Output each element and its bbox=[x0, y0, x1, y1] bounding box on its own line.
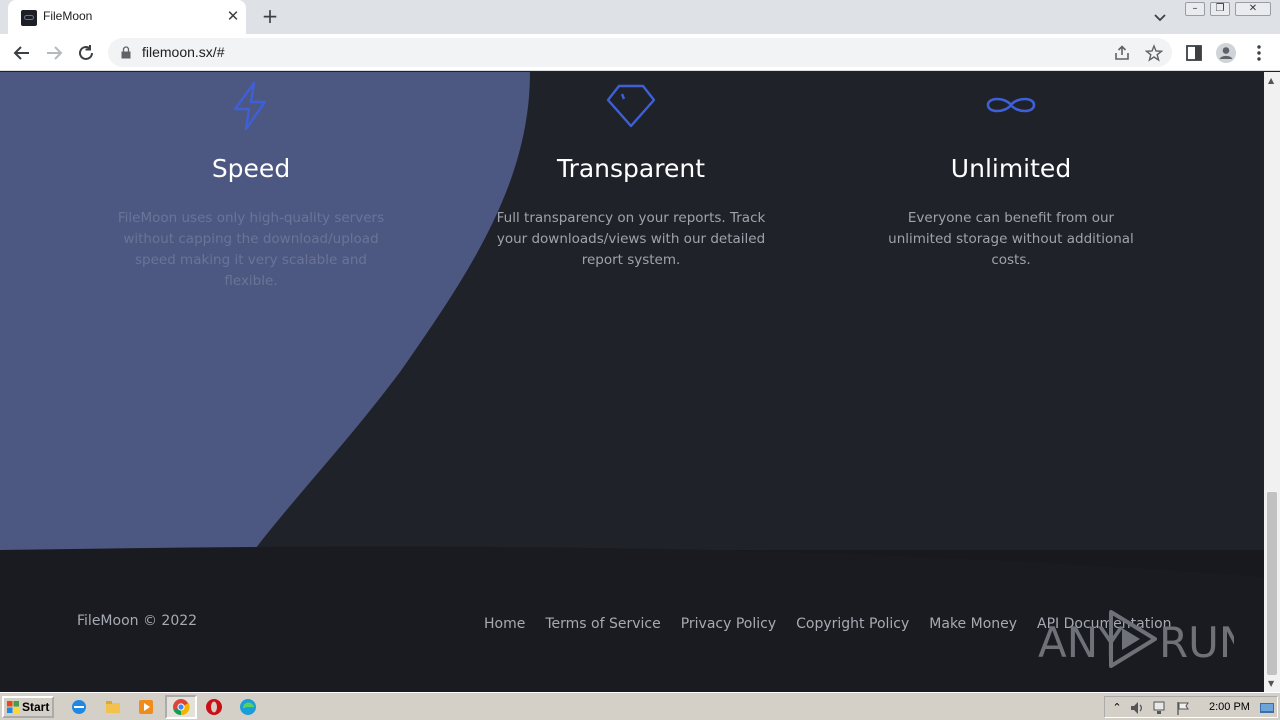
footer-copyright: FileMoon © 2022 bbox=[77, 613, 198, 629]
feature-title: Unlimited bbox=[950, 154, 1072, 183]
page-scrollbar[interactable]: ▲ ▼ bbox=[1264, 72, 1280, 692]
chrome-taskbar-button[interactable] bbox=[165, 695, 197, 719]
media-player-icon[interactable] bbox=[137, 698, 155, 716]
reload-icon[interactable] bbox=[75, 42, 97, 64]
tray-expand-arrow-icon[interactable]: ⌃ bbox=[1109, 700, 1125, 716]
footer-link-terms[interactable]: Terms of Service bbox=[545, 616, 660, 632]
kebab-menu-icon[interactable] bbox=[1248, 42, 1270, 64]
forward-arrow-icon[interactable] bbox=[43, 42, 65, 64]
volume-icon[interactable] bbox=[1129, 700, 1145, 716]
minimize-window-icon[interactable]: – bbox=[1185, 2, 1205, 16]
scroll-down-arrow-icon[interactable]: ▼ bbox=[1268, 679, 1274, 688]
scrollbar-thumb[interactable] bbox=[1267, 492, 1277, 675]
new-tab-icon[interactable]: + bbox=[259, 5, 281, 27]
filemoon-favicon-icon bbox=[21, 10, 37, 26]
feature-title: Transparent bbox=[556, 154, 705, 183]
windows-logo-icon bbox=[7, 701, 19, 713]
bookmark-star-icon[interactable] bbox=[1145, 44, 1163, 62]
opera-icon[interactable] bbox=[205, 698, 223, 716]
lightning-icon bbox=[233, 81, 267, 131]
browser-toolbar: filemoon.sx/# bbox=[0, 34, 1280, 71]
taskbar-clock[interactable]: 2:00 PM bbox=[1209, 701, 1250, 713]
browser-tab[interactable]: FileMoon ✕ bbox=[8, 0, 246, 34]
start-button[interactable]: Start bbox=[2, 696, 54, 718]
feature-description: FileMoon uses only high-quality servers … bbox=[117, 210, 385, 289]
feature-description: Everyone can benefit from our unlimited … bbox=[888, 210, 1134, 268]
infinity-icon bbox=[986, 97, 1036, 113]
footer-link-privacy[interactable]: Privacy Policy bbox=[681, 616, 776, 632]
url-text: filemoon.sx/# bbox=[142, 44, 225, 60]
tab-title: FileMoon bbox=[43, 9, 93, 23]
system-tray: ⌃ 2:00 PM bbox=[1104, 696, 1278, 718]
action-center-flag-icon[interactable] bbox=[1175, 700, 1191, 716]
lock-icon[interactable] bbox=[121, 46, 131, 59]
footer-link-make-money[interactable]: Make Money bbox=[929, 616, 1017, 632]
footer-link-home[interactable]: Home bbox=[484, 616, 525, 632]
side-panel-icon[interactable] bbox=[1183, 42, 1205, 64]
start-label: Start bbox=[22, 700, 50, 714]
tab-close-icon[interactable]: ✕ bbox=[224, 7, 242, 25]
chrome-icon bbox=[173, 699, 190, 716]
footer-link-copyright[interactable]: Copyright Policy bbox=[796, 616, 909, 632]
anyrun-watermark-logo: ANY RUN bbox=[1038, 610, 1234, 668]
diamond-icon bbox=[606, 84, 656, 128]
network-icon[interactable] bbox=[1151, 700, 1167, 716]
edge-icon[interactable] bbox=[239, 698, 257, 716]
tab-search-chevron-icon[interactable] bbox=[1150, 7, 1170, 27]
address-bar[interactable]: filemoon.sx/# bbox=[108, 38, 1172, 67]
feature-description: Full transparency on your reports. Track… bbox=[496, 210, 766, 268]
profile-avatar-icon[interactable] bbox=[1215, 42, 1237, 64]
file-explorer-icon[interactable] bbox=[104, 698, 122, 716]
feature-title: Speed bbox=[211, 154, 291, 183]
restore-window-icon[interactable]: ❐ bbox=[1210, 2, 1230, 16]
internet-explorer-icon[interactable] bbox=[70, 698, 88, 716]
close-window-icon[interactable]: ✕ bbox=[1235, 2, 1271, 16]
page-viewport: Speed FileMoon uses only high-quality se… bbox=[0, 72, 1264, 692]
back-arrow-icon[interactable] bbox=[11, 42, 33, 64]
share-icon[interactable] bbox=[1113, 44, 1131, 62]
browser-tab-bar: FileMoon ✕ + – ❐ ✕ bbox=[0, 0, 1280, 34]
os-taskbar: Start ⌃ 2:00 PM bbox=[0, 692, 1280, 720]
watermark-text-right: RUN bbox=[1159, 618, 1234, 667]
show-desktop-icon[interactable] bbox=[1259, 700, 1275, 716]
scroll-up-arrow-icon[interactable]: ▲ bbox=[1268, 76, 1274, 85]
